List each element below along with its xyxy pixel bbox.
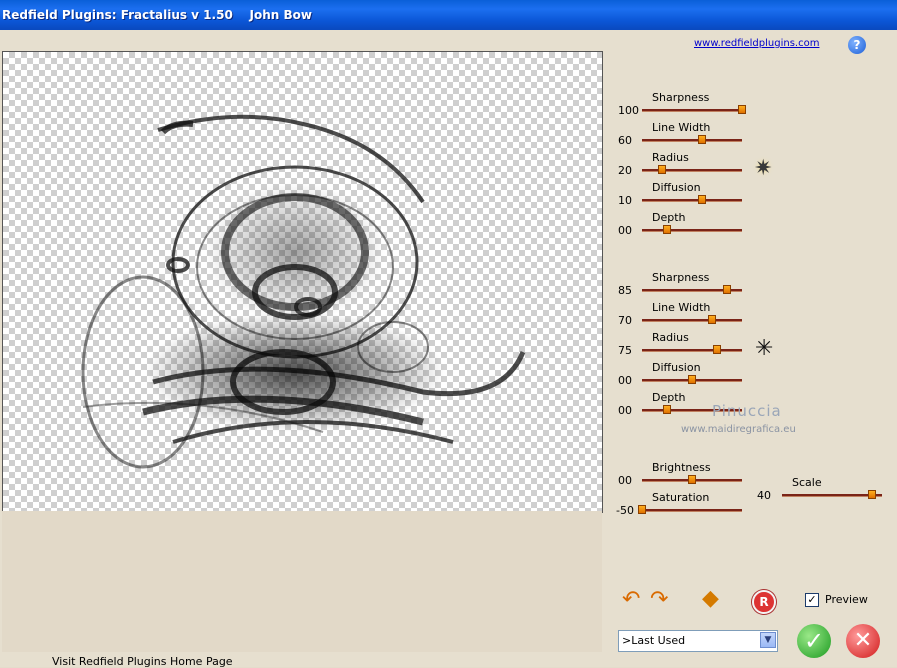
cancel-button[interactable]: ✕ <box>846 624 880 658</box>
g1-sharpness-slider[interactable] <box>642 109 742 112</box>
g1-radius-slider[interactable] <box>642 169 742 172</box>
g1-radius-thumb[interactable] <box>658 165 666 174</box>
random-dice-icon[interactable]: ◆ <box>702 587 719 611</box>
watermark-name: Pinuccia <box>712 402 782 420</box>
g2-sharpness-label: Sharpness <box>652 271 710 284</box>
g1-sharpness-value: 100 <box>618 104 639 117</box>
preset-dropdown[interactable]: >Last Used ▼ <box>618 630 778 652</box>
home-page-link[interactable]: Visit Redfield Plugins Home Page <box>52 655 233 668</box>
g2-depth-thumb[interactable] <box>663 405 671 414</box>
g1-depth-value: 00 <box>618 224 632 237</box>
window-title: Redfield Plugins: Fractalius v 1.50 John… <box>2 8 312 22</box>
saturation-value: -50 <box>616 504 634 517</box>
scale-value: 40 <box>757 489 771 502</box>
reset-icon[interactable]: R <box>752 590 776 614</box>
saturation-label: Saturation <box>652 491 710 504</box>
preset-selected-value: >Last Used <box>622 634 686 647</box>
watermark-site: www.maidiregrafica.eu <box>681 424 796 435</box>
burst-light-icon[interactable]: ✷ <box>754 158 772 180</box>
burst-dark-icon[interactable]: ✳ <box>755 338 773 360</box>
g2-radius-thumb[interactable] <box>713 345 721 354</box>
fractal-preview-image <box>81 114 526 469</box>
g1-line-width-thumb[interactable] <box>698 135 706 144</box>
g2-depth-value: 00 <box>618 404 632 417</box>
saturation-thumb[interactable] <box>638 505 646 514</box>
scale-slider[interactable] <box>782 494 882 497</box>
g1-depth-slider[interactable] <box>642 229 742 232</box>
g1-depth-thumb[interactable] <box>663 225 671 234</box>
g2-radius-slider[interactable] <box>642 349 742 352</box>
preview-checkbox[interactable]: ✓ <box>805 593 819 607</box>
title-bar: Redfield Plugins: Fractalius v 1.50 John… <box>0 0 897 30</box>
preview-background-area <box>2 511 602 652</box>
brightness-label: Brightness <box>652 461 711 474</box>
g1-sharpness-label: Sharpness <box>652 91 710 104</box>
g2-line-width-thumb[interactable] <box>708 315 716 324</box>
chevron-down-icon[interactable]: ▼ <box>760 632 776 648</box>
g1-sharpness-thumb[interactable] <box>738 105 746 114</box>
brightness-thumb[interactable] <box>688 475 696 484</box>
g2-line-width-label: Line Width <box>652 301 711 314</box>
scale-thumb[interactable] <box>868 490 876 499</box>
g2-diffusion-value: 00 <box>618 374 632 387</box>
g1-diffusion-slider[interactable] <box>642 199 742 202</box>
brightness-value: 00 <box>618 474 632 487</box>
g1-radius-value: 20 <box>618 164 632 177</box>
g2-sharpness-value: 85 <box>618 284 632 297</box>
g1-line-width-value: 60 <box>618 134 632 147</box>
undo-icon[interactable]: ↶ <box>622 588 640 612</box>
preview-canvas[interactable] <box>2 51 603 513</box>
redfield-website-link[interactable]: www.redfieldplugins.com <box>694 38 819 49</box>
g2-radius-value: 75 <box>618 344 632 357</box>
g1-line-width-slider[interactable] <box>642 139 742 142</box>
g2-line-width-slider[interactable] <box>642 319 742 322</box>
g1-diffusion-thumb[interactable] <box>698 195 706 204</box>
g1-diffusion-label: Diffusion <box>652 181 701 194</box>
g1-line-width-label: Line Width <box>652 121 711 134</box>
ok-button[interactable]: ✓ <box>797 624 831 658</box>
g1-depth-label: Depth <box>652 211 686 224</box>
g1-diffusion-value: 10 <box>618 194 632 207</box>
g2-diffusion-thumb[interactable] <box>688 375 696 384</box>
redo-icon[interactable]: ↷ <box>650 588 668 612</box>
g2-radius-label: Radius <box>652 331 689 344</box>
g2-depth-label: Depth <box>652 391 686 404</box>
g2-line-width-value: 70 <box>618 314 632 327</box>
g1-radius-label: Radius <box>652 151 689 164</box>
help-icon[interactable]: ? <box>848 36 866 54</box>
scale-label: Scale <box>792 476 822 489</box>
g2-sharpness-thumb[interactable] <box>723 285 731 294</box>
g2-diffusion-label: Diffusion <box>652 361 701 374</box>
preview-label[interactable]: Preview <box>825 593 868 606</box>
saturation-slider[interactable] <box>642 509 742 512</box>
